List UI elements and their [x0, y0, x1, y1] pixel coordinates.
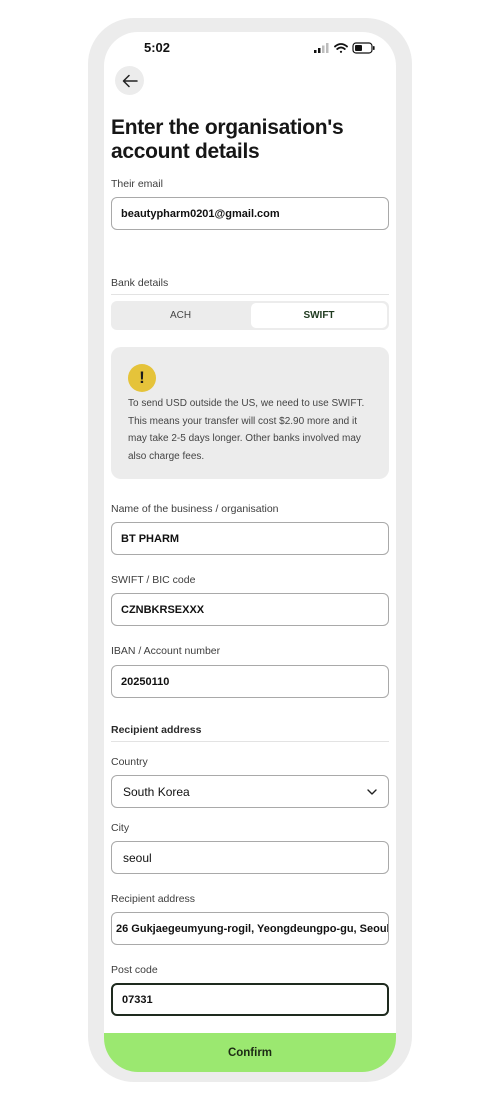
confirm-button[interactable]: Confirm [104, 1033, 396, 1072]
wifi-icon [334, 43, 348, 53]
bank-details-label: Bank details [111, 277, 169, 289]
status-time: 5:02 [144, 40, 171, 55]
country-value: South Korea [123, 784, 190, 799]
bank-type-toggle: ACH SWIFT [111, 301, 389, 330]
status-icons [314, 42, 376, 54]
page-title: Enter the organisation's account details [111, 116, 344, 163]
battery-icon [352, 42, 375, 54]
recipient-address-label: Recipient address [111, 893, 196, 905]
swift-notice: ! To send USD outside the US, we need to… [111, 347, 389, 479]
business-name-field[interactable]: BT PHARM [111, 522, 389, 555]
divider [111, 741, 389, 742]
tab-swift[interactable]: SWIFT [251, 303, 387, 328]
business-name-label: Name of the business / organisation [111, 503, 279, 515]
app-screen: 5:02 Enter the organisation's account de… [104, 32, 396, 1072]
tab-ach[interactable]: ACH [111, 301, 250, 330]
iban-field[interactable]: 20250110 [111, 665, 389, 698]
recipient-address-field[interactable]: 26 Gukjaegeumyung-rogil, Yeongdeungpo-gu… [111, 912, 389, 945]
exclamation-icon: ! [128, 364, 156, 392]
arrow-left-icon [122, 74, 138, 87]
swift-code-field[interactable]: CZNBKRSEXXX [111, 593, 389, 626]
country-label: Country [111, 756, 148, 768]
swift-code-label: SWIFT / BIC code [111, 574, 196, 586]
signal-icon [314, 43, 329, 53]
email-label: Their email [111, 178, 163, 190]
city-label: City [111, 822, 130, 834]
back-button[interactable] [115, 66, 144, 95]
notice-text: To send USD outside the US, we need to u… [128, 398, 365, 462]
divider [111, 294, 389, 295]
postcode-label: Post code [111, 964, 158, 976]
city-field[interactable]: seoul [111, 841, 389, 874]
status-bar: 5:02 [104, 32, 396, 64]
recipient-address-section-label: Recipient address [111, 724, 202, 736]
country-select[interactable]: South Korea [111, 775, 389, 808]
postcode-field[interactable]: 07331 [111, 983, 389, 1016]
iban-label: IBAN / Account number [111, 645, 221, 657]
email-field[interactable]: beautypharm0201@gmail.com [111, 197, 389, 230]
chevron-down-icon [367, 789, 377, 795]
